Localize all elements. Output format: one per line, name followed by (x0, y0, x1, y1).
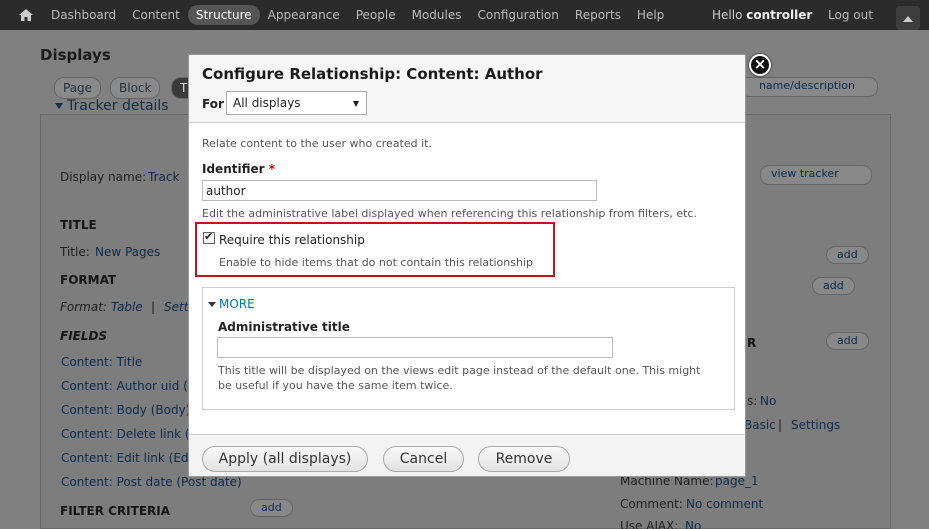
title-label: Title: (60, 245, 90, 259)
format-label: Format: (60, 300, 107, 314)
hello-text: Hello (712, 8, 747, 22)
menu-dashboard[interactable]: Dashboard (43, 5, 124, 25)
menu-content[interactable]: Content (124, 5, 188, 25)
dialog-header: Configure Relationship: Content: Author … (189, 55, 745, 123)
comment-label: Comment: (620, 497, 683, 511)
right-no-link[interactable]: No (760, 394, 776, 408)
require-relationship-help: Enable to hide items that do not contain… (219, 256, 533, 269)
format-heading: FORMAT (60, 273, 117, 287)
comment-link[interactable]: No comment (686, 497, 763, 511)
section-title[interactable]: Tracker details (55, 98, 169, 114)
toolbar-menu: Dashboard Content Structure Appearance P… (43, 0, 672, 30)
display-name-label: Display name: (60, 170, 147, 184)
menu-appearance[interactable]: Appearance (260, 5, 348, 25)
field-item[interactable]: Content: Body (Body) (61, 403, 190, 417)
field-item[interactable]: Content: Edit link (Edi (61, 451, 192, 465)
title-heading: TITLE (60, 218, 97, 232)
format-table-link[interactable]: Table (111, 300, 143, 314)
admin-toolbar: Dashboard Content Structure Appearance P… (0, 0, 929, 30)
basic-link[interactable]: Basic (744, 418, 776, 432)
field-item[interactable]: Content: Title (61, 355, 142, 369)
title-value-link[interactable]: New Pages (95, 245, 160, 259)
administrative-title-input[interactable] (217, 337, 613, 358)
dialog-title: Configure Relationship: Content: Author (202, 65, 543, 83)
username[interactable]: controller (746, 8, 812, 22)
tab-block[interactable]: Block (110, 77, 161, 99)
apply-button[interactable]: Apply (all displays) (202, 446, 368, 472)
for-label: For (202, 97, 224, 111)
right-heading-fragment: R (747, 336, 757, 350)
format-separator: | (151, 300, 156, 314)
use-ajax-link[interactable]: No (685, 519, 701, 529)
menu-configuration[interactable]: Configuration (470, 5, 567, 25)
use-ajax-label: Use AJAX: (620, 519, 679, 529)
settings-link[interactable]: Settings (791, 418, 840, 432)
filter-add-button[interactable]: add (250, 499, 293, 517)
administrative-title-help: be useful if you have the same item twic… (218, 379, 453, 392)
menu-reports[interactable]: Reports (567, 5, 629, 25)
for-displays-select[interactable]: All displays (226, 91, 367, 115)
relationship-description: Relate content to the user who created i… (202, 137, 432, 150)
add-button[interactable]: add (826, 246, 869, 264)
triangle-down-icon (208, 302, 216, 307)
remove-button[interactable]: Remove (478, 446, 570, 472)
dialog-footer: Apply (all displays) Cancel Remove (189, 434, 745, 476)
required-mark: * (268, 162, 276, 176)
menu-modules[interactable]: Modules (404, 5, 470, 25)
for-select-value: All displays (233, 96, 301, 110)
field-item[interactable]: Content: Post date (Post date) (61, 475, 242, 489)
identifier-label-text: Identifier (202, 162, 265, 176)
add-button-dropdown[interactable]: add (812, 277, 855, 295)
display-options-dropdown[interactable]: name/description (740, 77, 878, 97)
close-icon[interactable]: × (749, 54, 771, 76)
field-item[interactable]: Content: Delete link (D (61, 427, 199, 441)
page-title: Displays (40, 46, 111, 64)
require-relationship-label[interactable]: Require this relationship (219, 233, 365, 247)
identifier-input[interactable] (202, 180, 597, 201)
view-tracker-button[interactable]: view tracker (760, 165, 872, 185)
administrative-title-label: Administrative title (218, 320, 350, 334)
display-name-value[interactable]: Track (148, 170, 179, 184)
administrative-title-help: This title will be displayed on the view… (218, 364, 701, 377)
fields-heading: FIELDS (60, 329, 108, 343)
identifier-help: Edit the administrative label displayed … (202, 207, 697, 220)
configure-relationship-dialog: Configure Relationship: Content: Author … (188, 54, 746, 477)
home-icon[interactable] (18, 7, 34, 23)
cancel-button[interactable]: Cancel (383, 446, 464, 472)
more-toggle[interactable]: MORE (208, 297, 255, 311)
logout-link[interactable]: Log out (828, 8, 873, 22)
identifier-label: Identifier * (202, 162, 275, 176)
right-no-label: s: (747, 394, 758, 408)
tab-page[interactable]: Page (54, 77, 102, 99)
user-greeting: Hello controller (712, 8, 812, 22)
add-button[interactable]: add (826, 332, 869, 350)
filter-criteria-heading: FILTER CRITERIA (60, 504, 171, 518)
more-toggle-label: MORE (219, 297, 255, 311)
format-settings-link[interactable]: Sett (164, 300, 188, 314)
pipe-separator: | (778, 418, 783, 432)
require-relationship-checkbox[interactable] (203, 230, 215, 244)
menu-structure[interactable]: Structure (187, 5, 260, 25)
field-item[interactable]: Content: Author uid (A (61, 379, 196, 393)
toolbar-toggle-button[interactable] (896, 6, 920, 30)
menu-people[interactable]: People (348, 5, 404, 25)
menu-help[interactable]: Help (629, 5, 672, 25)
chevron-down-icon (353, 101, 359, 107)
